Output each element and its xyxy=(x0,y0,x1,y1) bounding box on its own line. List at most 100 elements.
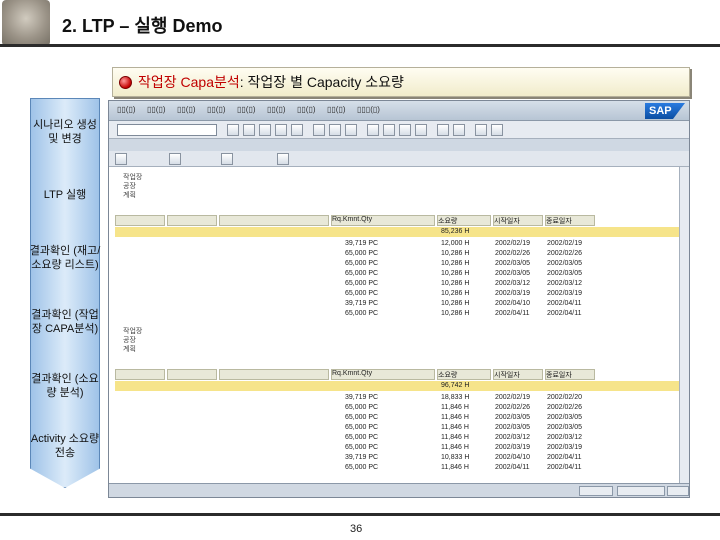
header-field: 작업장 xyxy=(123,328,143,335)
capa-table-2: Rq.Kmnt.Qty 소요량 시작일자 종료일자 96,742 H 39,71… xyxy=(115,369,679,493)
menu-item[interactable]: ▯▯(▯) xyxy=(267,105,286,114)
filter-icon[interactable] xyxy=(221,153,233,165)
header-cell-end[interactable]: 종료일자 xyxy=(545,369,595,380)
header-cell[interactable] xyxy=(167,369,217,380)
layout-icon[interactable] xyxy=(491,124,503,136)
cell-end: 2002/03/05 xyxy=(547,270,583,277)
table-row[interactable]: 65,000 PC 10,286 H 2002/03/05 2002/03/05 xyxy=(115,269,679,278)
table-row[interactable]: 65,000 PC 10,286 H 2002/03/12 2002/03/12 xyxy=(115,279,679,288)
exit-icon[interactable] xyxy=(275,124,287,136)
find-icon[interactable] xyxy=(329,124,341,136)
header-cell-start[interactable]: 시작일자 xyxy=(493,369,543,380)
menu-item[interactable]: ▯▯(▯) xyxy=(207,105,226,114)
table-row[interactable]: 65,000 PC 10,286 H 2002/04/11 2002/04/11 xyxy=(115,309,679,318)
table-row[interactable]: 65,000 PC 11,846 H 2002/03/05 2002/03/05 xyxy=(115,413,679,422)
total-value: 85,236 H xyxy=(441,228,470,235)
table-row[interactable]: 65,000 PC 11,846 H 2002/04/11 2002/04/11 xyxy=(115,463,679,472)
menu-item[interactable]: ▯▯(▯) xyxy=(177,105,196,114)
back-icon[interactable] xyxy=(259,124,271,136)
table-row[interactable]: 65,000 PC 11,846 H 2002/03/05 2002/03/05 xyxy=(115,423,679,432)
cell-start: 2002/04/11 xyxy=(495,464,530,471)
save-icon[interactable] xyxy=(243,124,255,136)
refresh-icon[interactable] xyxy=(169,153,181,165)
slide-title: 2. LTP – 실행 Demo xyxy=(62,16,223,36)
header-cell-req[interactable]: 소요량 xyxy=(437,215,491,226)
header-field: 계획 xyxy=(123,346,136,353)
header-cell[interactable] xyxy=(115,369,165,380)
subtitle-rest: : 작업장 별 Capacity 소요량 xyxy=(239,74,404,90)
new-session-icon[interactable] xyxy=(437,124,449,136)
print-icon[interactable] xyxy=(313,124,325,136)
cell-qty: 65,000 PC xyxy=(345,310,379,317)
detail-icon[interactable] xyxy=(115,153,127,165)
header-cell[interactable] xyxy=(115,215,165,226)
sap-application-toolbar xyxy=(109,151,689,167)
cell-req: 11,846 H xyxy=(441,444,469,451)
capa-table-1: Rq.Kmnt.Qty 소요량 시작일자 종료일자 85,236 H 39,71… xyxy=(115,215,679,339)
table-row[interactable]: 65,000 PC 11,846 H 2002/03/12 2002/03/12 xyxy=(115,433,679,442)
header-cell[interactable] xyxy=(219,215,329,226)
menu-item[interactable]: ▯▯(▯) xyxy=(327,105,346,114)
report-area: 작업장 공장 계획 Rq.Kmnt.Qty 소요량 시작일자 종료일자 85,2… xyxy=(109,167,681,485)
flow-step-activity-transfer: Activity 소요량 전송 xyxy=(30,433,100,459)
shortcut-icon[interactable] xyxy=(453,124,465,136)
menu-item[interactable]: ▯▯(▯) xyxy=(147,105,166,114)
cell-end: 2002/03/19 xyxy=(547,290,583,297)
menu-item[interactable]: ▯▯(▯) xyxy=(237,105,256,114)
header-cell-end[interactable]: 종료일자 xyxy=(545,215,595,226)
subtitle-box: 작업장 Capa분석: 작업장 별 Capacity 소요량 xyxy=(112,67,690,97)
cell-end: 2002/03/05 xyxy=(547,414,583,421)
header-cell-qty[interactable]: Rq.Kmnt.Qty xyxy=(331,369,435,380)
vertical-scrollbar[interactable] xyxy=(679,167,689,485)
cancel-icon[interactable] xyxy=(291,124,303,136)
report-header-1: 작업장 공장 계획 xyxy=(123,173,142,200)
red-bullet-icon xyxy=(119,75,132,89)
table-row[interactable]: 39,719 PC 18,833 H 2002/02/19 2002/02/20 xyxy=(115,393,679,402)
prev-page-icon[interactable] xyxy=(383,124,395,136)
table-row[interactable]: 65,000 PC 11,846 H 2002/03/19 2002/03/19 xyxy=(115,443,679,452)
header-field: 작업장 xyxy=(123,174,143,181)
table-row[interactable]: 39,719 PC 12,000 H 2002/02/19 2002/02/19 xyxy=(115,239,679,248)
table-row[interactable]: 39,719 PC 10,286 H 2002/04/10 2002/04/11 xyxy=(115,299,679,308)
cell-end: 2002/03/19 xyxy=(547,444,583,451)
menu-item[interactable]: ▯▯(▯) xyxy=(117,105,136,114)
find-next-icon[interactable] xyxy=(345,124,357,136)
table-row[interactable]: 65,000 PC 10,286 H 2002/03/19 2002/03/19 xyxy=(115,289,679,298)
subtitle-text: 작업장 Capa분석: 작업장 별 Capacity 소요량 xyxy=(138,72,404,92)
table-row[interactable]: 65,000 PC 10,286 H 2002/03/05 2002/03/05 xyxy=(115,259,679,268)
cell-req: 10,286 H xyxy=(441,280,470,287)
status-mode xyxy=(667,486,689,496)
next-page-icon[interactable] xyxy=(399,124,411,136)
command-field[interactable] xyxy=(117,124,217,136)
cell-end: 2002/04/11 xyxy=(547,310,582,317)
cell-qty: 39,719 PC xyxy=(345,240,379,247)
cell-qty: 39,719 PC xyxy=(345,454,379,461)
header-cell[interactable] xyxy=(167,215,217,226)
table-row[interactable]: 65,000 PC 10,286 H 2002/02/26 2002/02/26 xyxy=(115,249,679,258)
menu-item[interactable]: ▯▯▯(▯) xyxy=(357,105,380,114)
menu-item[interactable]: ▯▯(▯) xyxy=(297,105,316,114)
cell-req: 18,833 H xyxy=(441,394,470,401)
cell-end: 2002/03/05 xyxy=(547,260,583,267)
cell-qty: 65,000 PC xyxy=(345,424,379,431)
enter-icon[interactable] xyxy=(227,124,239,136)
first-page-icon[interactable] xyxy=(367,124,379,136)
download-icon[interactable] xyxy=(277,153,289,165)
cell-req: 12,000 H xyxy=(441,240,470,247)
help-icon[interactable] xyxy=(475,124,487,136)
cell-qty: 65,000 PC xyxy=(345,464,379,471)
table-row[interactable]: 39,719 PC 10,833 H 2002/04/10 2002/04/11 xyxy=(115,453,679,462)
subtitle-accent: 작업장 Capa분석 xyxy=(138,74,240,90)
cell-end: 2002/03/05 xyxy=(547,424,583,431)
header-cell-start[interactable]: 시작일자 xyxy=(493,215,543,226)
table-row[interactable]: 65,000 PC 11,846 H 2002/02/26 2002/02/26 xyxy=(115,403,679,412)
cell-qty: 65,000 PC xyxy=(345,290,379,297)
header-cell-req[interactable]: 소요량 xyxy=(437,369,491,380)
cell-req: 10,286 H xyxy=(441,270,470,277)
status-system xyxy=(579,486,613,496)
cell-start: 2002/02/19 xyxy=(495,394,531,401)
last-page-icon[interactable] xyxy=(415,124,427,136)
header-cell[interactable] xyxy=(219,369,329,380)
header-cell-qty[interactable]: Rq.Kmnt.Qty xyxy=(331,215,435,226)
cell-end: 2002/02/19 xyxy=(547,240,583,247)
